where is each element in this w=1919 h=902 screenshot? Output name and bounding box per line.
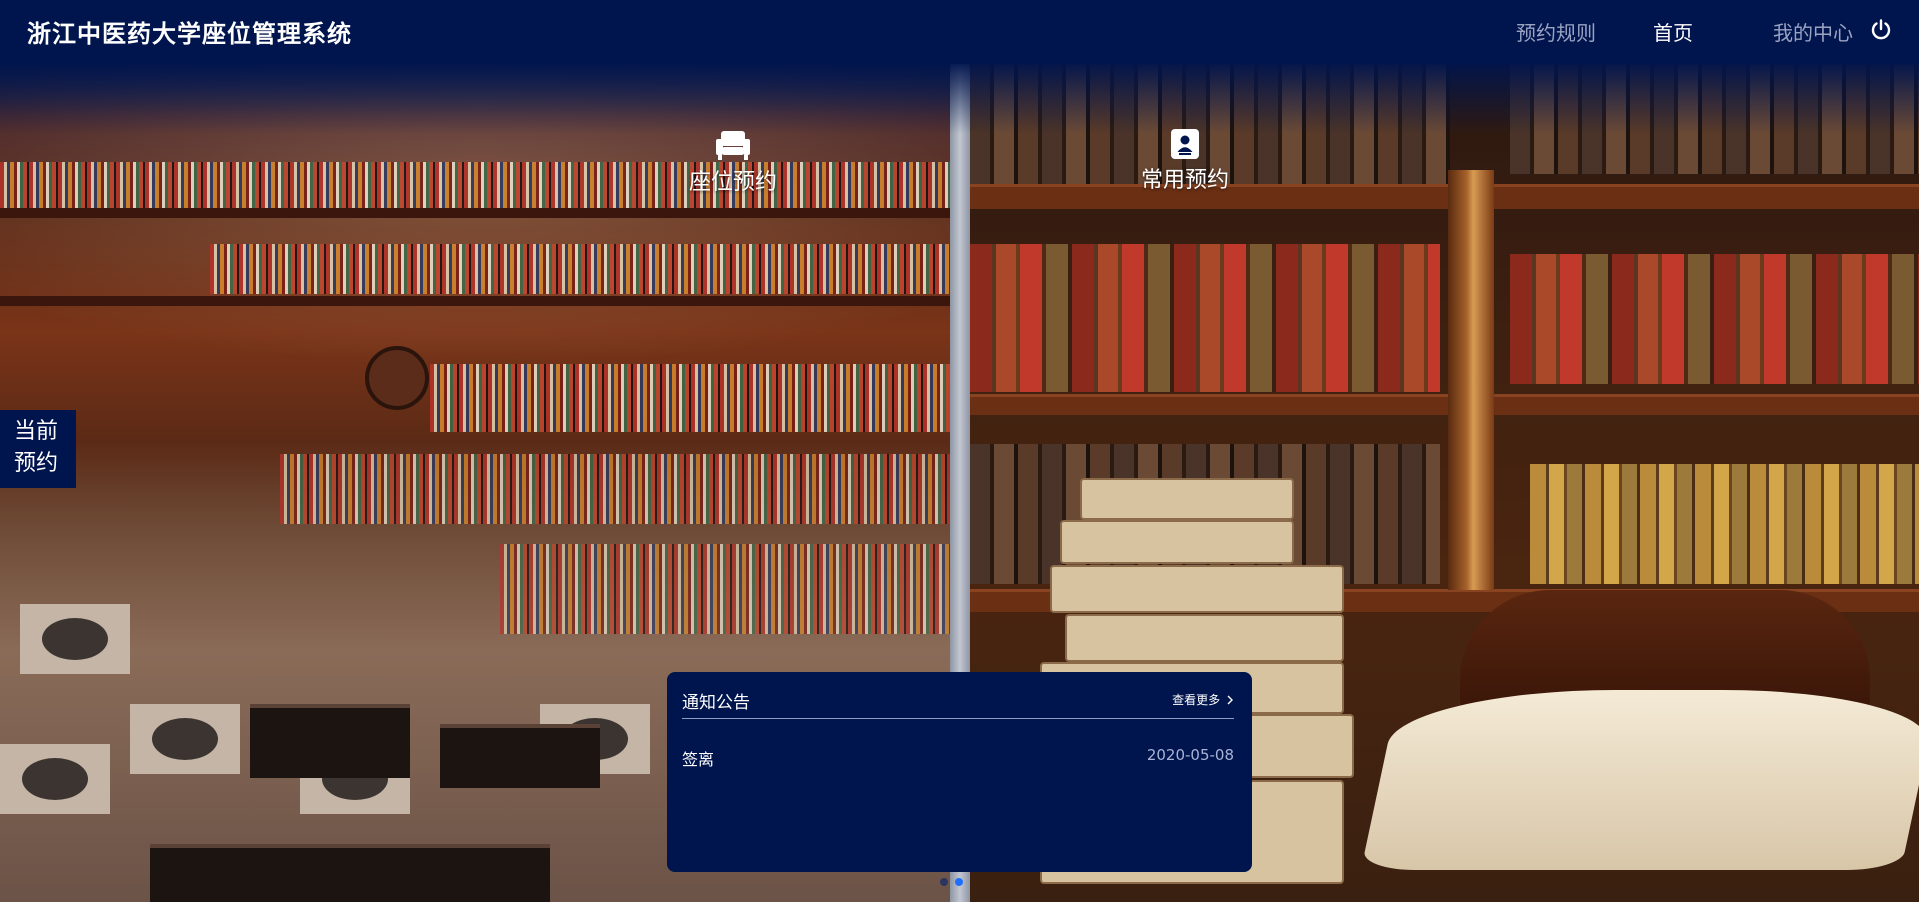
book-stack-decoration [1065,614,1344,662]
open-book-decoration [1360,690,1919,870]
desk-decoration [150,844,550,902]
notice-header: 通知公告 查看更多 [682,688,1234,719]
bookshelf-decoration [280,454,950,524]
nav-my-center[interactable]: 我的中心 [1773,17,1853,46]
contact-book-icon [1171,129,1199,159]
notice-title: 通知公告 [682,693,750,713]
view-more-link[interactable]: 查看更多 [1172,691,1234,708]
frequent-booking-entry[interactable]: 常用预约 [1135,128,1235,194]
wall-clock-decoration [365,346,429,410]
notice-panel: 通知公告 查看更多 签离 2020-05-08 [667,672,1252,872]
carousel-dot-active[interactable] [955,878,963,886]
top-navigation-bar: 浙江中医药大学座位管理系统 预约规则 首页 我的中心 [0,0,1919,64]
nav-booking-rules[interactable]: 预约规则 [1516,17,1596,46]
bookshelf-decoration [500,544,950,634]
chevron-right-icon [1227,695,1233,705]
armchair-icon [716,131,750,160]
current-booking-tab[interactable]: 当前 预约 [0,410,76,488]
floor-tile [130,704,240,774]
shelf-beam [970,394,1919,415]
shelf-beam [0,296,950,306]
bookshelf-decoration [430,364,950,432]
desk-decoration [440,724,600,788]
bookshelf-decoration [0,162,950,208]
book-stack-decoration [1060,520,1294,564]
book-stack-decoration [1080,478,1294,520]
view-more-label: 查看更多 [1172,693,1221,707]
floor-tile [0,744,110,814]
bookshelf-decoration [1530,464,1919,584]
notice-item-title: 签离 [682,750,715,769]
frequent-booking-label: 常用预约 [1140,168,1229,193]
site-title: 浙江中医药大学座位管理系统 [27,20,352,48]
seat-booking-label: 座位预约 [688,170,777,195]
desk-decoration [250,704,410,778]
shelf-beam [0,208,950,218]
carousel-dot[interactable] [940,878,948,886]
power-icon[interactable] [1869,18,1893,42]
carved-column-decoration [1448,170,1494,590]
current-booking-line2: 预约 [14,451,59,476]
nav-home[interactable]: 首页 [1653,17,1693,46]
bookshelf-decoration [1510,254,1919,384]
notice-item-date: 2020-05-08 [1146,746,1234,764]
notice-item[interactable]: 签离 2020-05-08 [682,746,1234,770]
floor-tile [20,604,130,674]
current-booking-line1: 当前 [14,419,59,444]
bookshelf-decoration [970,244,1440,392]
bookshelf-decoration [210,244,950,294]
shelf-beam [970,184,1919,209]
bookshelf-decoration [1510,64,1919,174]
seat-booking-entry[interactable]: 座位预约 [685,128,781,196]
book-stack-decoration [1050,565,1344,613]
